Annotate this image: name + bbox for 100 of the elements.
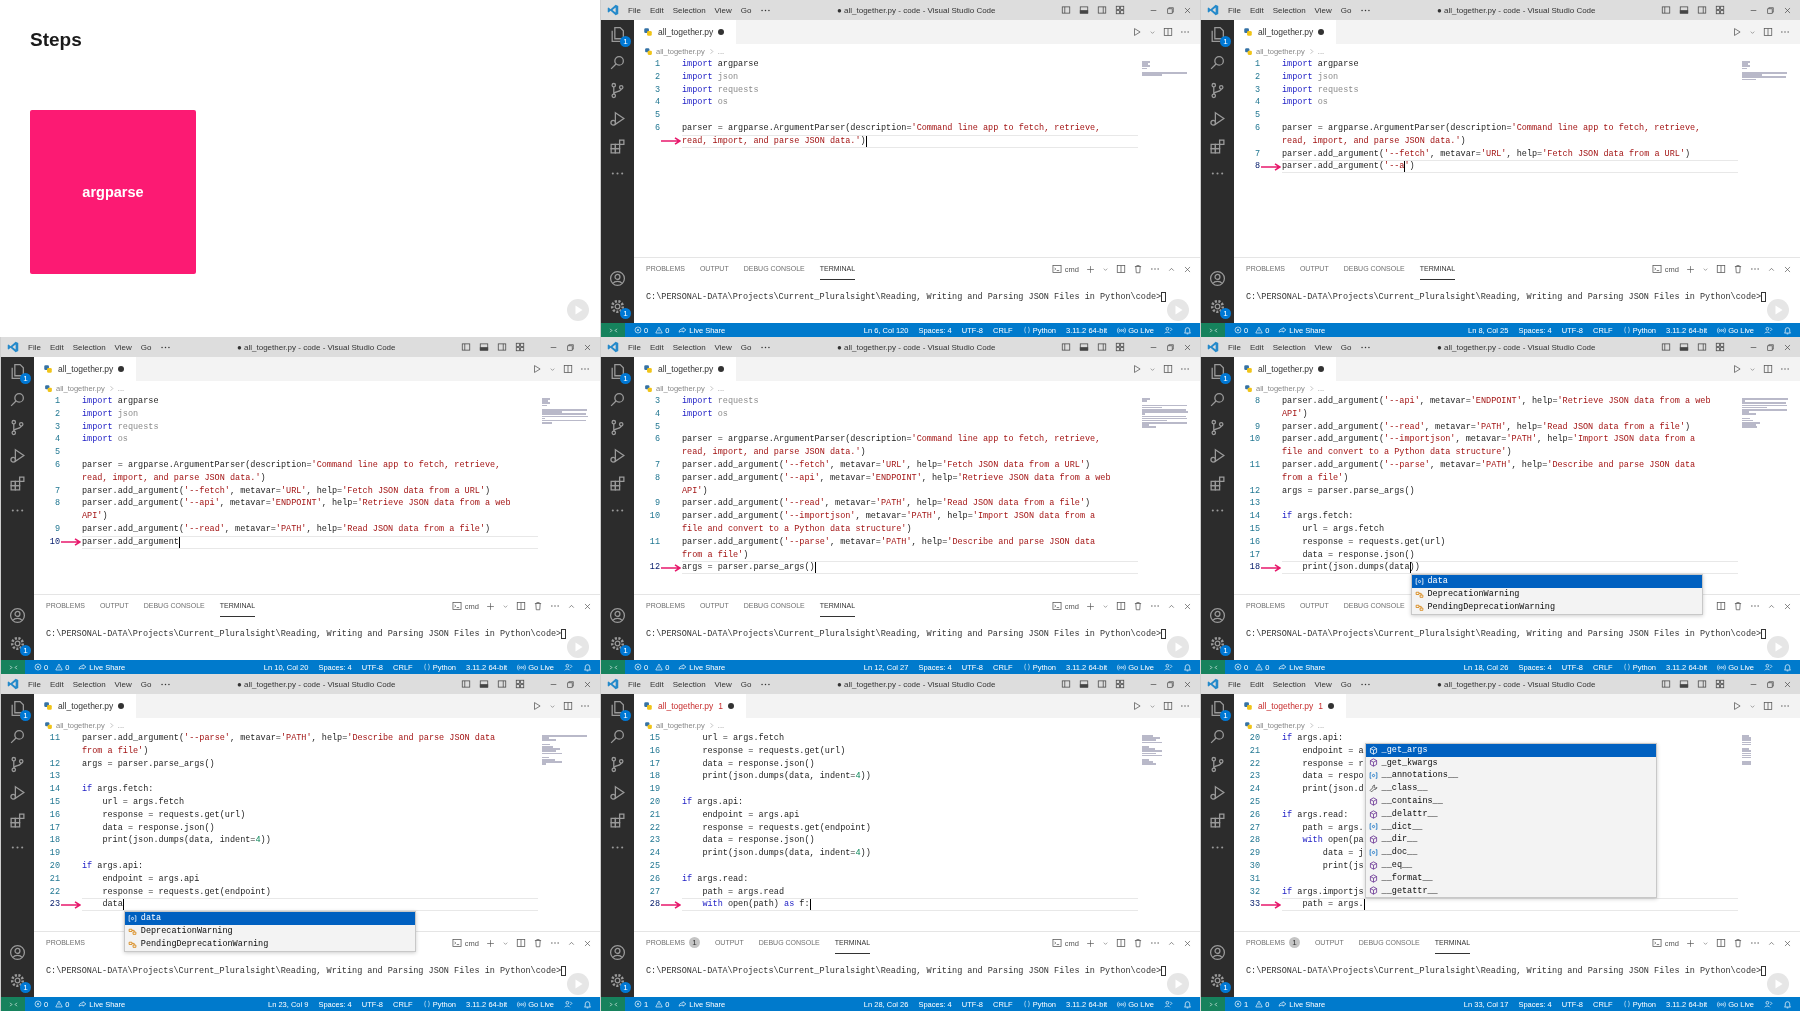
run-icon[interactable] — [532, 701, 542, 711]
plus-icon[interactable] — [486, 938, 495, 948]
extensions-icon[interactable] — [609, 475, 626, 492]
menu-item[interactable]: Go — [140, 342, 152, 352]
account-icon[interactable] — [609, 270, 626, 287]
settings-icon[interactable] — [609, 635, 626, 652]
chevron-down-icon[interactable] — [1149, 365, 1156, 373]
run-debug-icon[interactable] — [1209, 110, 1226, 127]
suggestion-item[interactable]: __dir__ — [1365, 833, 1656, 847]
close-icon[interactable] — [1783, 264, 1792, 274]
split-editor-icon[interactable] — [1763, 701, 1773, 711]
bell-icon[interactable] — [1183, 999, 1192, 1009]
chevron-down-icon[interactable] — [1702, 939, 1709, 947]
restore-icon[interactable] — [1766, 5, 1775, 15]
menu-item[interactable]: File — [628, 342, 641, 352]
run-icon[interactable] — [1132, 364, 1142, 374]
close-icon[interactable] — [1183, 342, 1192, 352]
menu-item[interactable]: File — [1228, 679, 1241, 689]
account-icon[interactable] — [609, 607, 626, 624]
secondary-sidebar-icon[interactable] — [497, 679, 507, 689]
bell-icon[interactable] — [1783, 662, 1792, 672]
feedback-icon[interactable] — [1764, 325, 1773, 335]
sidebar-layout-icon[interactable] — [1661, 342, 1671, 352]
menu-item[interactable]: Edit — [49, 342, 64, 352]
close-icon[interactable] — [1783, 342, 1792, 352]
plus-icon[interactable] — [1086, 264, 1095, 274]
menu-item[interactable]: Go — [1340, 342, 1352, 352]
layout-grid-icon[interactable] — [1115, 5, 1125, 15]
menu-item[interactable]: Selection — [672, 5, 706, 15]
suggestion-item[interactable]: _get_args — [1365, 743, 1656, 757]
split-editor-icon[interactable] — [563, 701, 573, 711]
chevron-down-icon[interactable] — [502, 939, 509, 947]
bell-icon[interactable] — [1183, 662, 1192, 672]
bell-icon[interactable] — [1783, 999, 1792, 1009]
run-icon[interactable] — [1732, 27, 1742, 37]
chevron-down-icon[interactable] — [1702, 265, 1709, 273]
split-editor-icon[interactable] — [1763, 27, 1773, 37]
search-icon[interactable] — [1209, 54, 1226, 71]
layout-grid-icon[interactable] — [515, 342, 525, 352]
layout-grid-icon[interactable] — [1115, 342, 1125, 352]
suggestion-item[interactable]: DeprecationWarning — [124, 924, 415, 938]
layout-grid-icon[interactable] — [1715, 5, 1725, 15]
menu-item[interactable]: File — [628, 679, 641, 689]
panel-layout-icon[interactable] — [1679, 5, 1689, 15]
trash-icon[interactable] — [1733, 264, 1743, 274]
layout-grid-icon[interactable] — [1715, 342, 1725, 352]
menu-item[interactable]: Selection — [1272, 5, 1306, 15]
chevron-down-icon[interactable] — [549, 365, 556, 373]
bell-icon[interactable] — [583, 662, 592, 672]
run-debug-icon[interactable] — [609, 110, 626, 127]
close-icon[interactable] — [1183, 601, 1192, 611]
restore-icon[interactable] — [1766, 679, 1775, 689]
plus-icon[interactable] — [1086, 938, 1095, 948]
sidebar-layout-icon[interactable] — [461, 342, 471, 352]
secondary-sidebar-icon[interactable] — [1097, 5, 1107, 15]
account-icon[interactable] — [9, 944, 26, 961]
run-icon[interactable] — [1732, 364, 1742, 374]
settings-icon[interactable] — [9, 972, 26, 989]
editor-tab[interactable]: all_together.py — [1234, 20, 1337, 44]
split-terminal-icon[interactable] — [516, 938, 526, 948]
sidebar-layout-icon[interactable] — [461, 679, 471, 689]
files-icon[interactable] — [1209, 700, 1226, 717]
secondary-sidebar-icon[interactable] — [1697, 5, 1707, 15]
panel-layout-icon[interactable] — [1079, 342, 1089, 352]
settings-icon[interactable] — [609, 298, 626, 315]
chevron-down-icon[interactable] — [1102, 939, 1109, 947]
sidebar-layout-icon[interactable] — [1061, 679, 1071, 689]
run-debug-icon[interactable] — [1209, 447, 1226, 464]
layout-grid-icon[interactable] — [515, 679, 525, 689]
sidebar-layout-icon[interactable] — [1661, 5, 1671, 15]
account-icon[interactable] — [609, 944, 626, 961]
secondary-sidebar-icon[interactable] — [1697, 679, 1707, 689]
suggestion-item[interactable]: PendingDeprecationWarning — [124, 937, 415, 951]
chevron-down-icon[interactable] — [549, 702, 556, 710]
editor-tab[interactable]: all_together.py — [1234, 357, 1337, 381]
split-terminal-icon[interactable] — [1116, 601, 1126, 611]
menu-item[interactable]: Selection — [72, 342, 106, 352]
bell-icon[interactable] — [1783, 325, 1792, 335]
menu-item[interactable]: File — [28, 679, 41, 689]
menu-item[interactable]: Edit — [49, 679, 64, 689]
restore-icon[interactable] — [1766, 342, 1775, 352]
close-icon[interactable] — [1783, 5, 1792, 15]
settings-icon[interactable] — [9, 635, 26, 652]
feedback-icon[interactable] — [1764, 999, 1773, 1009]
restore-icon[interactable] — [1166, 679, 1175, 689]
chevron-down-icon[interactable] — [1102, 265, 1109, 273]
run-icon[interactable] — [532, 364, 542, 374]
branch-icon[interactable] — [609, 82, 626, 99]
settings-icon[interactable] — [1209, 972, 1226, 989]
menu-item[interactable]: View — [114, 679, 132, 689]
close-icon[interactable] — [1783, 679, 1792, 689]
restore-icon[interactable] — [566, 679, 575, 689]
chevron-down-icon[interactable] — [1149, 28, 1156, 36]
suggestion-item[interactable]: __delattr__ — [1365, 807, 1656, 821]
plus-icon[interactable] — [1686, 938, 1695, 948]
sidebar-layout-icon[interactable] — [1661, 679, 1671, 689]
editor-tab[interactable]: all_together.py — [34, 357, 137, 381]
secondary-sidebar-icon[interactable] — [1097, 342, 1107, 352]
settings-icon[interactable] — [1209, 298, 1226, 315]
editor-tab[interactable]: all_together.py — [634, 20, 737, 44]
